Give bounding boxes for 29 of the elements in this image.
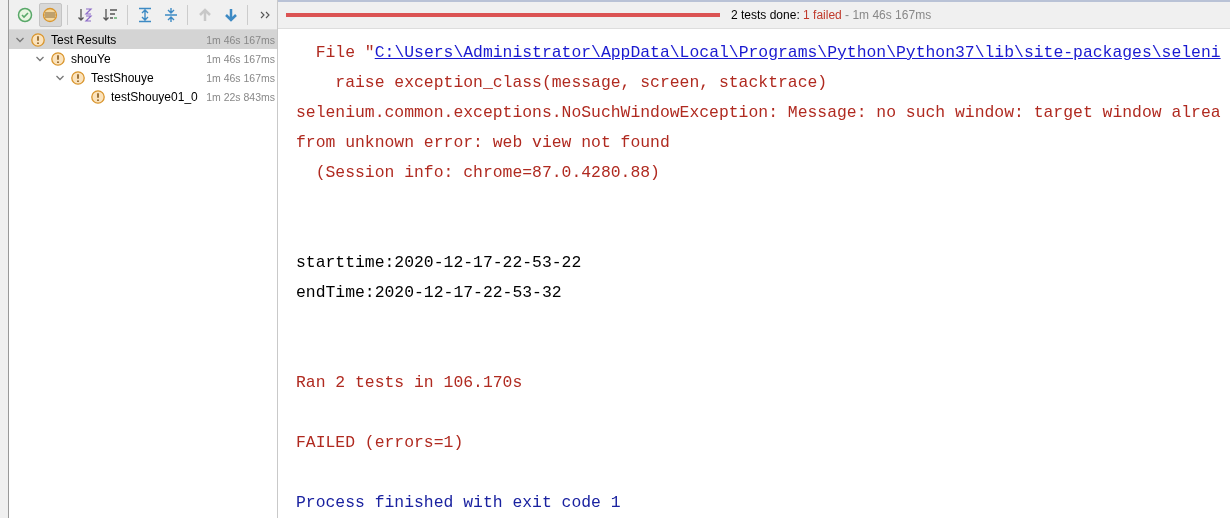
console-line: FAILED (errors=1) <box>296 432 465 454</box>
console-line: File " <box>314 43 375 62</box>
tree-label: testShouye01_0 <box>111 89 199 104</box>
tree-label: TestShouye <box>91 70 155 85</box>
console-line: starttime:2020-12-17-22-53-22 <box>296 252 583 274</box>
tree-label: Test Results <box>51 32 118 47</box>
tree-label: shouYe <box>71 51 112 66</box>
tree-item[interactable]: TestShouye 1m 46s 167ms <box>9 68 277 87</box>
duration-label: 1m 22s 843ms <box>206 90 276 103</box>
file-link[interactable]: C:\Users\Administrator\AppData\Local\Programs\Python\Python37\lib\site-packages\seleni <box>374 43 1221 62</box>
warning-icon <box>51 51 65 66</box>
console-line: endTime:2020-12-17-22-53-32 <box>296 282 563 304</box>
status-text: 2 tests done: 1 failed - 1m 46s 167ms <box>731 8 932 22</box>
duration-label: 1m 46s 167ms <box>206 52 276 65</box>
list-filter-icon[interactable] <box>38 2 63 27</box>
console-line: Ran 2 tests in 106.170s <box>296 372 524 394</box>
console-line: raise exception_class(message, screen, stacktrace) <box>334 72 829 94</box>
console-line: Process finished with exit code 1 <box>296 492 622 514</box>
warning-icon <box>71 70 85 85</box>
console-line: from unknown error: web view not found <box>296 132 671 154</box>
console-line: (Session info: chrome=87.0.4280.88) <box>314 162 661 184</box>
console-line: selenium.common.exceptions.NoSuchWindowException: Message: no such window: target window alrea <box>296 102 1222 124</box>
tree-item[interactable]: testShouye01_0 1m 22s 843ms <box>9 87 277 106</box>
duration-label: 1m 46s 167ms <box>206 71 276 84</box>
duration-label: 1m 46s 167ms <box>206 33 276 46</box>
warning-icon <box>31 32 45 47</box>
tree-item[interactable]: Test Results 1m 46s 167ms <box>9 30 277 49</box>
tree-item[interactable]: shouYe 1m 46s 167ms <box>9 49 277 68</box>
warning-icon <box>91 89 105 104</box>
